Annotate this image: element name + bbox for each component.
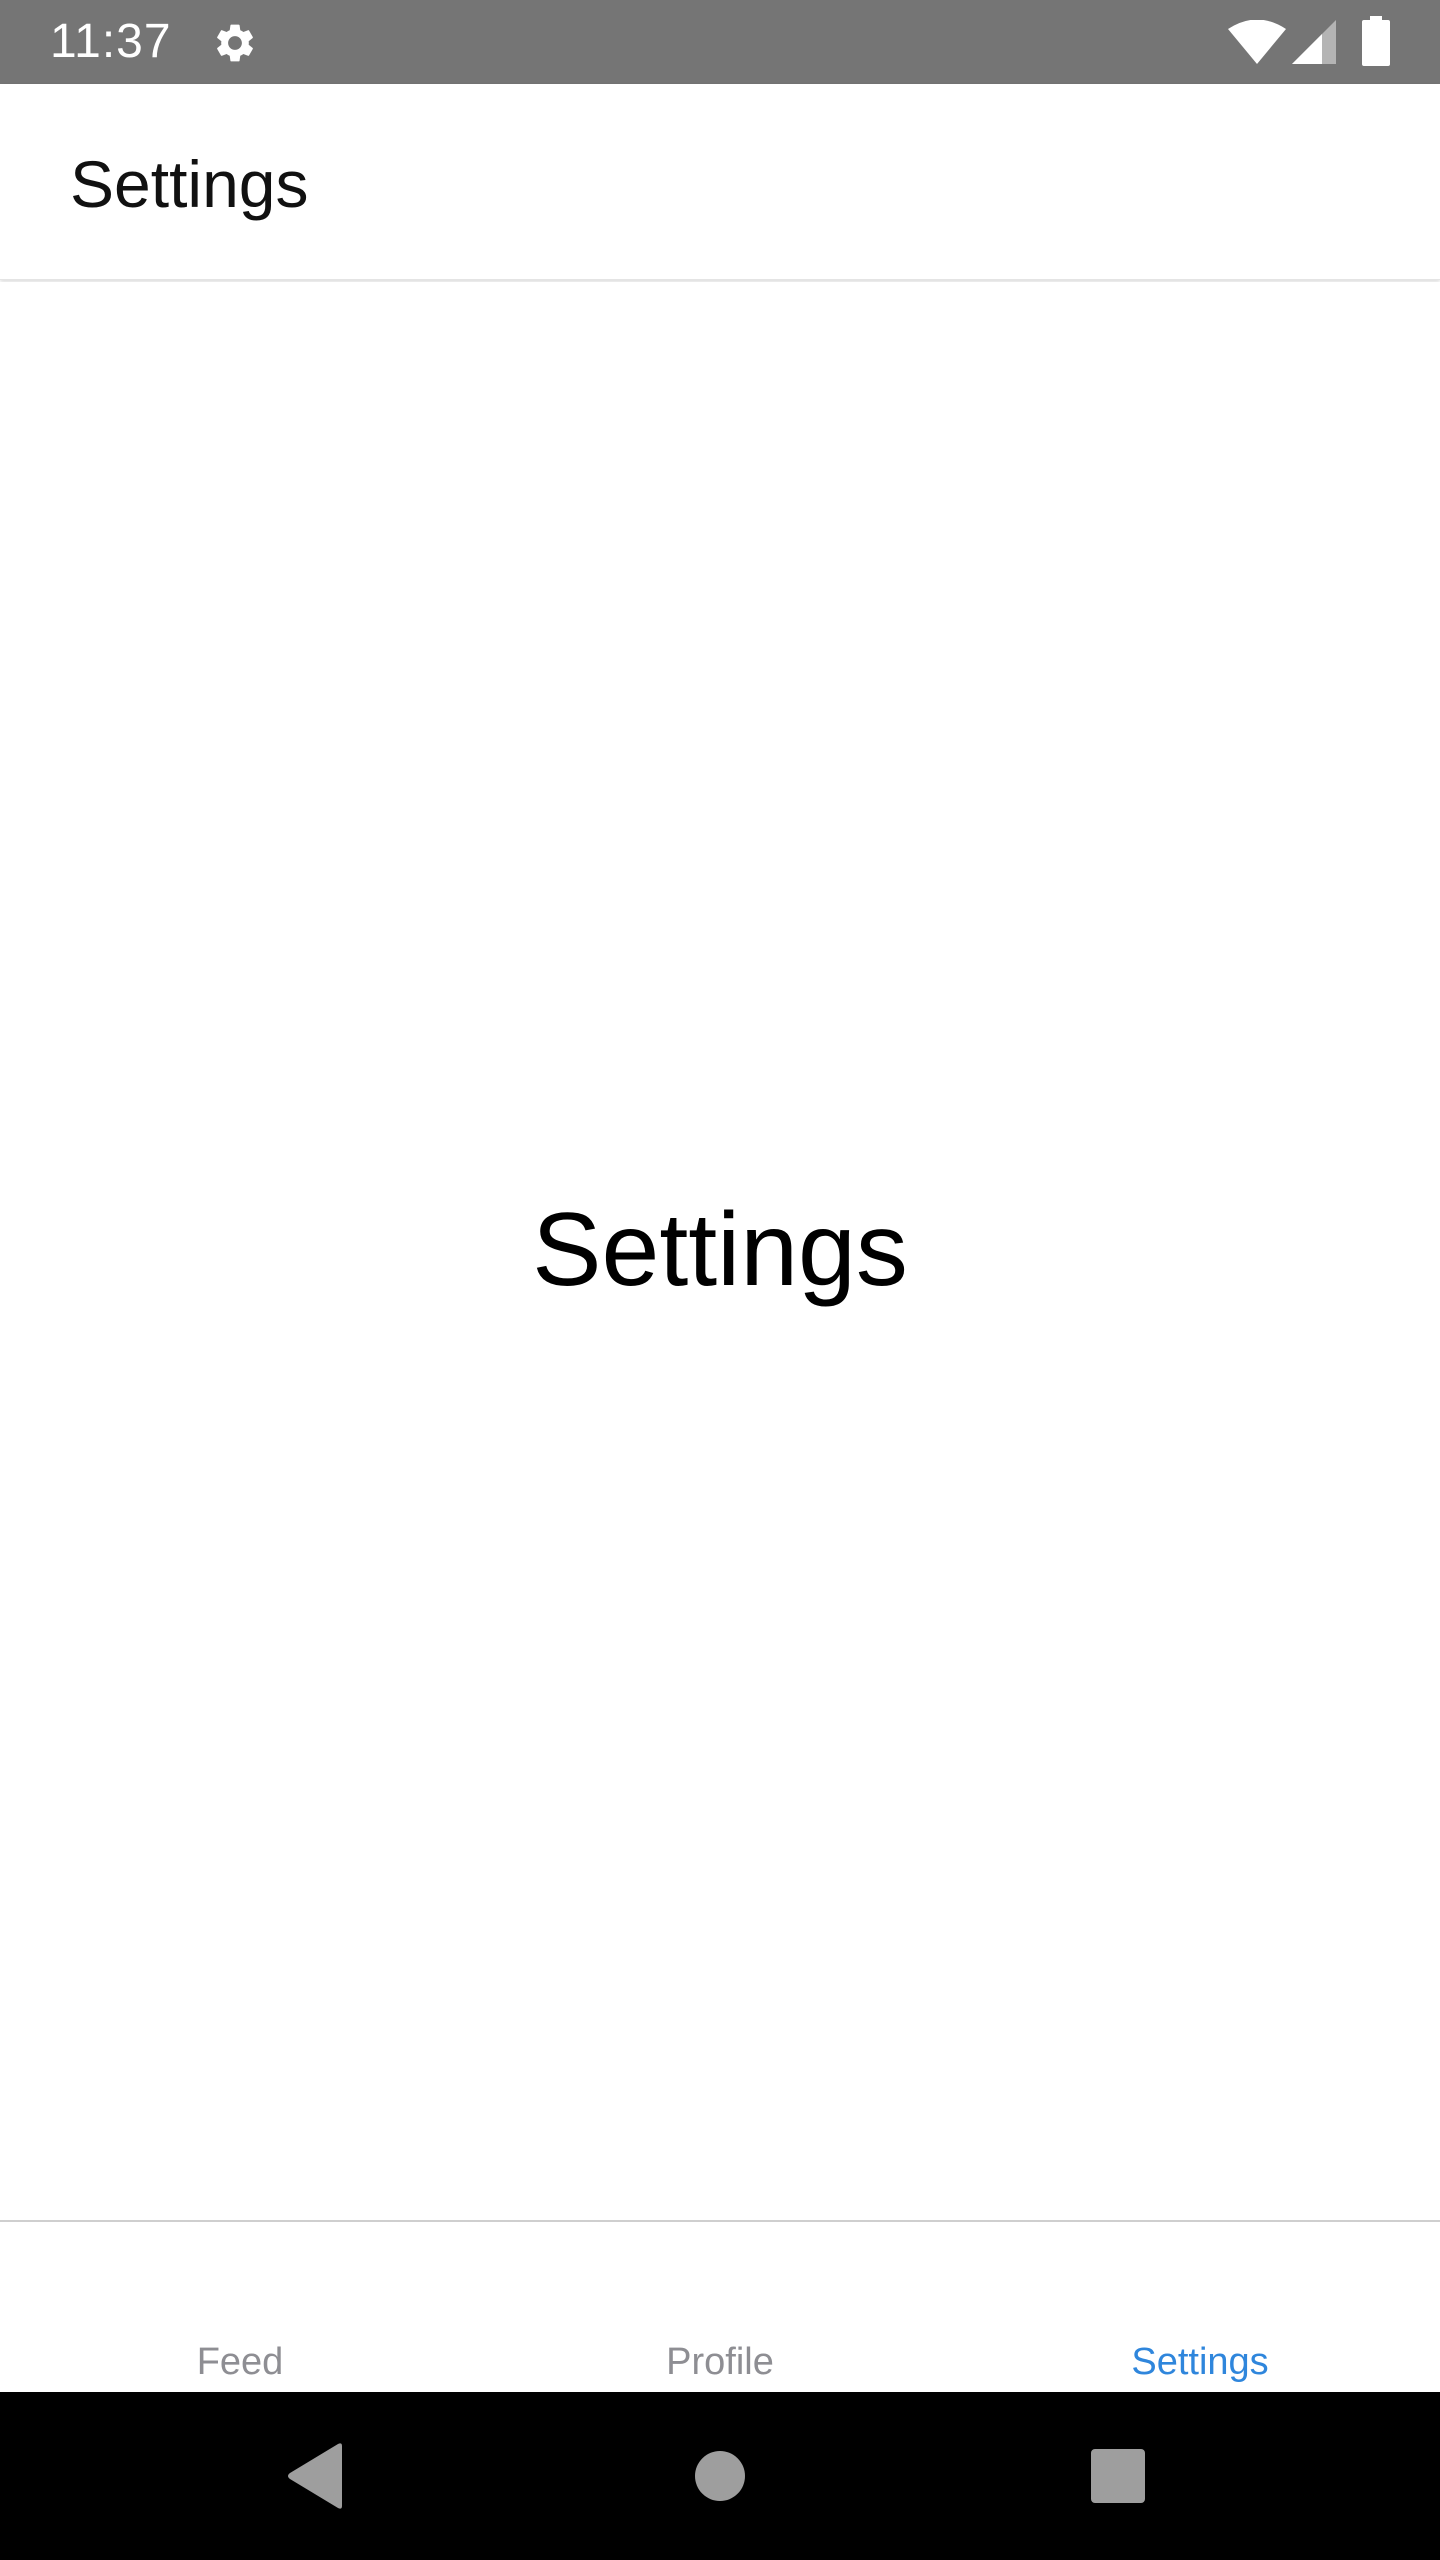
main-content: Settings [0, 282, 1440, 2220]
gear-icon [217, 24, 253, 62]
screen: 11:37 Settings Settings Feed Profile Set… [0, 0, 1440, 2560]
tab-profile[interactable]: Profile [480, 2222, 960, 2392]
status-time: 11:37 [50, 15, 172, 68]
bottom-tab-bar: Feed Profile Settings [0, 2220, 1440, 2392]
battery-icon [1362, 16, 1390, 66]
status-bar: 11:37 [0, 0, 1440, 84]
wifi-icon [1228, 20, 1286, 64]
recents-icon[interactable] [1074, 2432, 1162, 2520]
app-bar-title: Settings [70, 147, 309, 221]
system-nav-bar [0, 2392, 1440, 2560]
tab-feed-label: Feed [196, 2341, 284, 2383]
tab-profile-label: Profile [666, 2341, 774, 2383]
page-heading: Settings [532, 1192, 908, 1308]
tab-settings[interactable]: Settings [960, 2222, 1440, 2392]
tab-feed[interactable]: Feed [0, 2222, 480, 2392]
app-bar: Settings [0, 84, 1440, 280]
cell-signal-icon [1292, 20, 1336, 64]
tab-settings-label: Settings [1131, 2341, 1269, 2383]
home-icon[interactable] [676, 2432, 764, 2520]
back-icon[interactable] [272, 2432, 360, 2520]
